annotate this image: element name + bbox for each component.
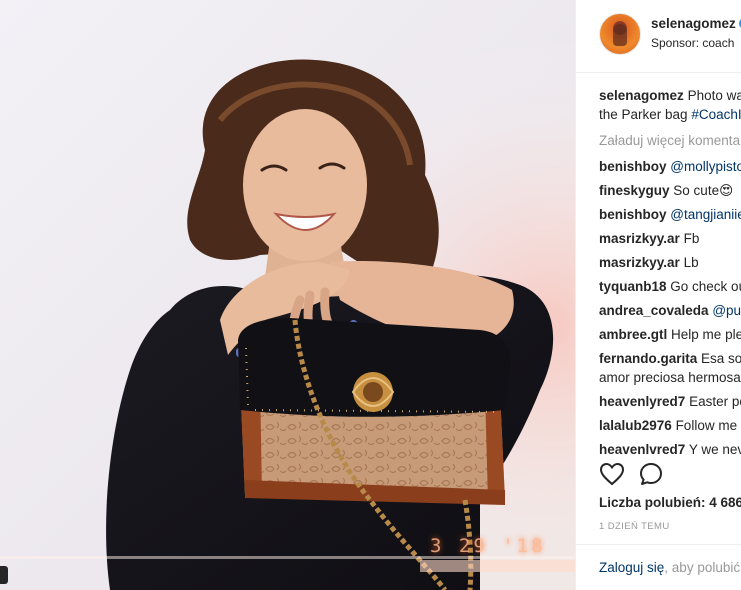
comment-text: Go check ou xyxy=(670,279,741,294)
comment-username[interactable]: masrizkyy.ar xyxy=(599,255,680,270)
comment-text: Lb xyxy=(683,255,699,270)
comment-text: So cute😍 xyxy=(673,183,734,198)
comment-row: lalalub2976 Follow me xyxy=(599,416,741,435)
comment-username[interactable]: benishboy xyxy=(599,207,667,222)
comment-row: heavenlvred7 Y we nev xyxy=(599,440,741,459)
comment-row: masrizkyy.ar Lb xyxy=(599,253,741,272)
caption: selenagomez Photo wa the Parker bag #Coa… xyxy=(599,86,741,124)
comment-username[interactable]: masrizkyy.ar xyxy=(599,231,680,246)
comment-row: heavenlyred7 Easter pe xyxy=(599,392,741,411)
comment-row: fernando.garita Esa sor amor preciosa her… xyxy=(599,349,741,387)
comment-row: fineskyguy So cute😍 xyxy=(599,181,741,200)
login-prompt-text: , aby polubić xyxy=(664,560,741,575)
login-link[interactable]: Zaloguj się xyxy=(599,560,664,575)
comment-text: Esa sor xyxy=(701,351,741,366)
caption-username[interactable]: selenagomez xyxy=(599,88,684,103)
avatar[interactable] xyxy=(599,13,641,55)
comment-username[interactable]: fineskyguy xyxy=(599,183,670,198)
post-header: selenagomez Sponsor: coach xyxy=(576,0,741,73)
comment-text-continued: amor preciosa hermosa xyxy=(599,370,741,385)
caption-text-line1: Photo wa xyxy=(687,88,741,103)
divider xyxy=(576,544,741,545)
comment-text[interactable]: @mollypisto xyxy=(670,159,741,174)
comment-text: Easter pe xyxy=(689,394,741,409)
caption-hashtag[interactable]: #CoachI xyxy=(691,107,741,122)
comment-text: Follow me xyxy=(675,418,738,433)
comment-icon[interactable] xyxy=(639,462,663,486)
comment-username[interactable]: heavenlyred7 xyxy=(599,394,685,409)
comment-text[interactable]: @pul xyxy=(712,303,741,318)
comment-text[interactable]: @tangjianiie xyxy=(670,207,741,222)
comment-text: Fb xyxy=(683,231,700,246)
post-photo[interactable]: 3 29 '18 xyxy=(0,0,575,590)
comment-username[interactable]: tyquanb18 xyxy=(599,279,667,294)
comment-username[interactable]: benishboy xyxy=(599,159,667,174)
sponsor-label[interactable]: Sponsor: coach xyxy=(651,36,734,50)
caption-text-line2: the Parker bag xyxy=(599,107,688,122)
heart-icon[interactable] xyxy=(599,462,625,486)
comment-row: ambree.gtl Help me ple xyxy=(599,325,741,344)
comment-row: masrizkyy.ar Fb xyxy=(599,229,741,248)
username-text[interactable]: selenagomez xyxy=(651,16,736,31)
like-count[interactable]: Liczba polubień: 4 686 xyxy=(599,495,741,510)
photo-edge-marker xyxy=(0,566,8,584)
comment-username[interactable]: fernando.garita xyxy=(599,351,697,366)
photo-illustration xyxy=(0,0,575,590)
post-side-panel: selenagomez Sponsor: coach selenagomez P… xyxy=(575,0,741,590)
load-more-comments-link[interactable]: Załaduj więcej komenta xyxy=(599,133,741,152)
comment-username[interactable]: heavenlvred7 xyxy=(599,442,685,457)
comment-text: Y we nev xyxy=(688,442,741,457)
comment-list: selenagomez Photo wa the Parker bag #Coa… xyxy=(599,86,741,459)
comment-row: benishboy @mollypisto xyxy=(599,157,741,176)
comment-row: benishboy @tangjianiie xyxy=(599,205,741,224)
comment-row: andrea_covaleda @pul xyxy=(599,301,741,320)
login-prompt: Zaloguj się, aby polubić xyxy=(599,560,740,575)
comment-row: tyquanb18 Go check ou xyxy=(599,277,741,296)
comment-username[interactable]: lalalub2976 xyxy=(599,418,672,433)
post-username[interactable]: selenagomez xyxy=(651,16,741,31)
photo-date-stamp: 3 29 '18 xyxy=(430,535,546,557)
comment-text: Help me ple xyxy=(671,327,741,342)
post-timestamp[interactable]: 1 DZIEŃ TEMU xyxy=(599,521,670,532)
comment-username[interactable]: andrea_covaleda xyxy=(599,303,709,318)
comment-username[interactable]: ambree.gtl xyxy=(599,327,667,342)
